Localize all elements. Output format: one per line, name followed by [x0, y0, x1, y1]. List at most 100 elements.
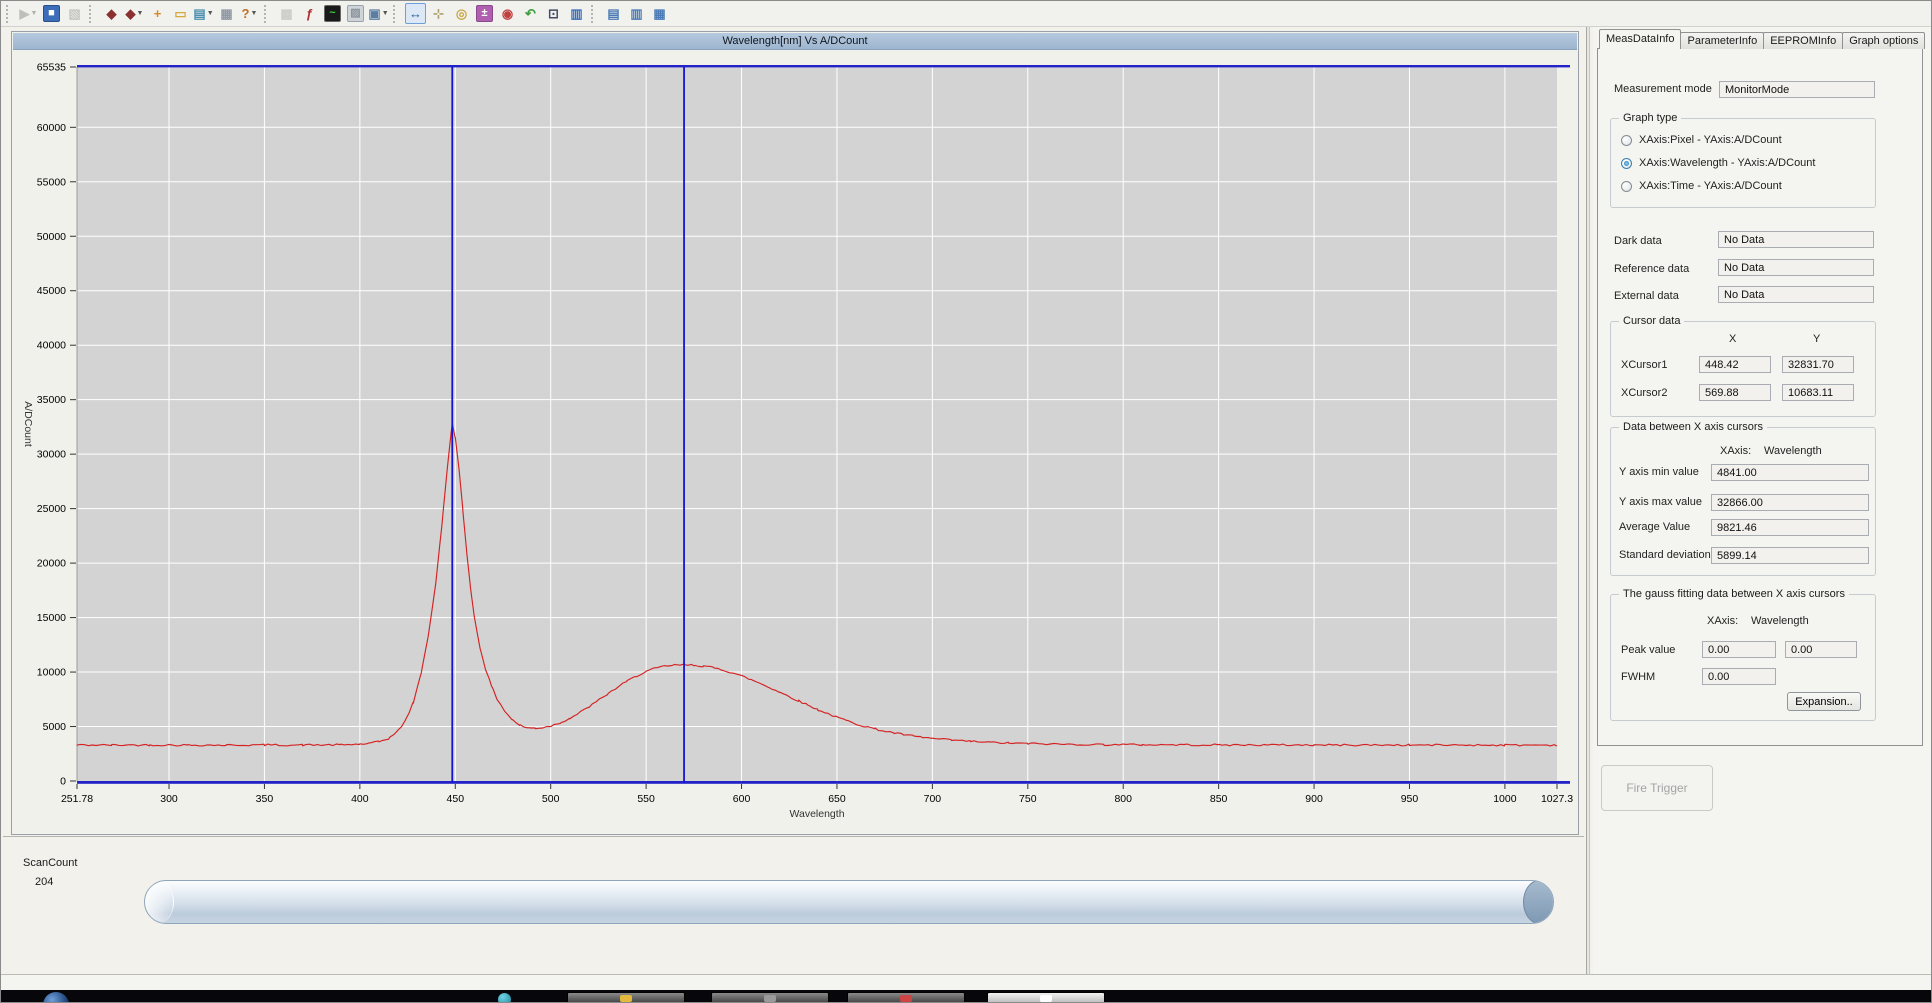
graph-type-option-label-1[interactable]: XAxis:Wavelength - YAxis:A/DCount — [1639, 157, 1815, 169]
start-button[interactable] — [43, 992, 69, 1002]
graph-type-legend: Graph type — [1619, 112, 1681, 124]
taskbar-app-2-icon — [764, 995, 776, 1002]
svg-text:300: 300 — [160, 793, 178, 805]
stats-xaxis-value: Wavelength — [1764, 445, 1822, 457]
xcursor1-label: XCursor1 — [1621, 359, 1667, 371]
taskbar-app-2-button[interactable] — [711, 992, 829, 1002]
edit-measurement-icon: ▧ — [68, 7, 80, 20]
svg-text:25000: 25000 — [37, 503, 66, 515]
export-data-dropdown-icon[interactable]: ▼ — [207, 10, 214, 17]
help-button[interactable]: ?▼ — [239, 3, 260, 24]
toolbar-grip — [393, 5, 399, 23]
xcursor1-y-value: 32831.70 — [1782, 356, 1854, 373]
undo-zoom-button[interactable]: ↶ — [520, 3, 541, 24]
peak-value-label: Peak value — [1621, 644, 1675, 656]
chart-bottom-divider — [3, 836, 1584, 837]
graph-type-radio-0[interactable] — [1621, 135, 1632, 146]
hatch-pattern-button[interactable]: ▨ — [345, 3, 366, 24]
gauss-fitting-legend: The gauss fitting data between X axis cu… — [1619, 588, 1849, 600]
trigger-gauge-button[interactable]: ◉ — [497, 3, 518, 24]
taskbar-app-3-button[interactable] — [847, 992, 965, 1002]
svg-text:5000: 5000 — [43, 721, 67, 733]
connect-device-alt-dropdown-icon[interactable]: ▼ — [137, 10, 144, 17]
x-axis-label: Wavelength — [789, 808, 844, 820]
cursor-mode-icon: ↔ — [409, 7, 422, 20]
panel-splitter[interactable] — [1586, 27, 1590, 976]
dark-data-value: No Data — [1718, 231, 1874, 248]
tab-graph-options[interactable]: Graph options — [1842, 32, 1925, 49]
snapshot-button[interactable]: ▣▼ — [368, 3, 389, 24]
status-strip — [1, 974, 1931, 990]
tab-eeprominfo[interactable]: EEPROMInfo — [1763, 32, 1843, 49]
gauss-xaxis-label: XAxis: — [1707, 615, 1738, 627]
export-data-button[interactable]: ▤▼ — [193, 3, 214, 24]
help-dropdown-icon[interactable]: ▼ — [251, 10, 258, 17]
average-label: Average Value — [1619, 521, 1690, 533]
pan-hand-button[interactable]: ⊹ — [428, 3, 449, 24]
tab-parameterinfo[interactable]: ParameterInfo — [1680, 32, 1764, 49]
pan-hand-icon: ⊹ — [433, 7, 444, 20]
svg-text:55000: 55000 — [37, 176, 66, 188]
taskbar-tray-icon[interactable] — [498, 993, 511, 1002]
connect-device-button[interactable]: ◆ — [101, 3, 122, 24]
tab-measdatainfo[interactable]: MeasDataInfo — [1599, 29, 1681, 49]
spectrum-plot[interactable]: 251.783003504004505005506006507007508008… — [12, 49, 1580, 836]
xcursor2-y-value: 10683.11 — [1782, 384, 1854, 401]
svg-text:350: 350 — [256, 793, 274, 805]
chart-title: Wavelength[nm] Vs A/DCount — [722, 35, 867, 47]
open-file-button[interactable]: ▭ — [170, 3, 191, 24]
svg-text:50000: 50000 — [37, 231, 66, 243]
waveform-display-icon: ~ — [324, 5, 341, 22]
start-measurement-icon: ▶ — [20, 7, 30, 20]
zoom-tool-icon: ◎ — [456, 7, 467, 20]
fwhm-label: FWHM — [1621, 671, 1655, 683]
gauss-xaxis-value: Wavelength — [1751, 615, 1809, 627]
svg-text:35000: 35000 — [37, 394, 66, 406]
layout-grid-button[interactable]: ▦ — [649, 3, 670, 24]
svg-text:251.78: 251.78 — [61, 793, 93, 805]
y-min-value: 4841.00 — [1711, 464, 1869, 481]
math-function-button[interactable]: ƒ — [299, 3, 320, 24]
cursor-mode-button[interactable]: ↔ — [405, 3, 426, 24]
svg-text:950: 950 — [1401, 793, 1419, 805]
axis-options-button[interactable]: ▥ — [566, 3, 587, 24]
svg-text:450: 450 — [447, 793, 465, 805]
connect-device-alt-button[interactable]: ◆▼ — [124, 3, 145, 24]
svg-text:400: 400 — [351, 793, 369, 805]
fwhm-value: 0.00 — [1702, 668, 1776, 685]
toolbar-grip — [264, 5, 270, 23]
zoom-tool-button[interactable]: ◎ — [451, 3, 472, 24]
print-button[interactable]: ▦ — [216, 3, 237, 24]
stop-measurement-button[interactable]: ■ — [41, 3, 62, 24]
taskbar-app-1-button[interactable] — [567, 992, 685, 1002]
reference-data-label: Reference data — [1614, 263, 1689, 275]
layout-grid-icon: ▦ — [653, 7, 665, 20]
fit-view-button[interactable]: ⊡ — [543, 3, 564, 24]
layout-split-icon: ▥ — [630, 7, 642, 20]
zoom-in-out-button[interactable]: ± — [474, 3, 495, 24]
expansion-button[interactable]: Expansion.. — [1787, 692, 1861, 711]
graph-type-option-label-0[interactable]: XAxis:Pixel - YAxis:A/DCount — [1639, 134, 1782, 146]
chart-panel: Wavelength[nm] Vs A/DCount 251.78 300 350 4… — [11, 31, 1579, 835]
layout-overlay-icon: ▤ — [607, 7, 619, 20]
start-measurement-dropdown-icon[interactable]: ▼ — [31, 10, 38, 17]
graph-type-radio-1[interactable] — [1621, 158, 1632, 169]
layout-split-button[interactable]: ▥ — [626, 3, 647, 24]
snapshot-dropdown-icon[interactable]: ▼ — [382, 10, 389, 17]
graph-type-option-label-2[interactable]: XAxis:Time - YAxis:A/DCount — [1639, 180, 1782, 192]
taskbar-app-4-button[interactable] — [987, 992, 1105, 1002]
layout-overlay-button[interactable]: ▤ — [603, 3, 624, 24]
toolbar-grip — [591, 5, 597, 23]
connect-device-alt-icon: ◆ — [126, 7, 136, 20]
graph-type-radio-2[interactable] — [1621, 181, 1632, 192]
waveform-display-button[interactable]: ~ — [322, 3, 343, 24]
trigger-gauge-icon: ◉ — [502, 7, 513, 20]
probe-tool-button[interactable]: + — [147, 3, 168, 24]
cursor-col-x: X — [1729, 333, 1736, 345]
svg-text:30000: 30000 — [37, 449, 66, 461]
svg-text:550: 550 — [637, 793, 655, 805]
fire-trigger-button[interactable]: Fire Trigger — [1601, 765, 1713, 811]
peak-y-value: 0.00 — [1785, 641, 1857, 658]
taskbar-app-3-icon — [900, 995, 912, 1002]
edit-measurement-button: ▧ — [64, 3, 85, 24]
